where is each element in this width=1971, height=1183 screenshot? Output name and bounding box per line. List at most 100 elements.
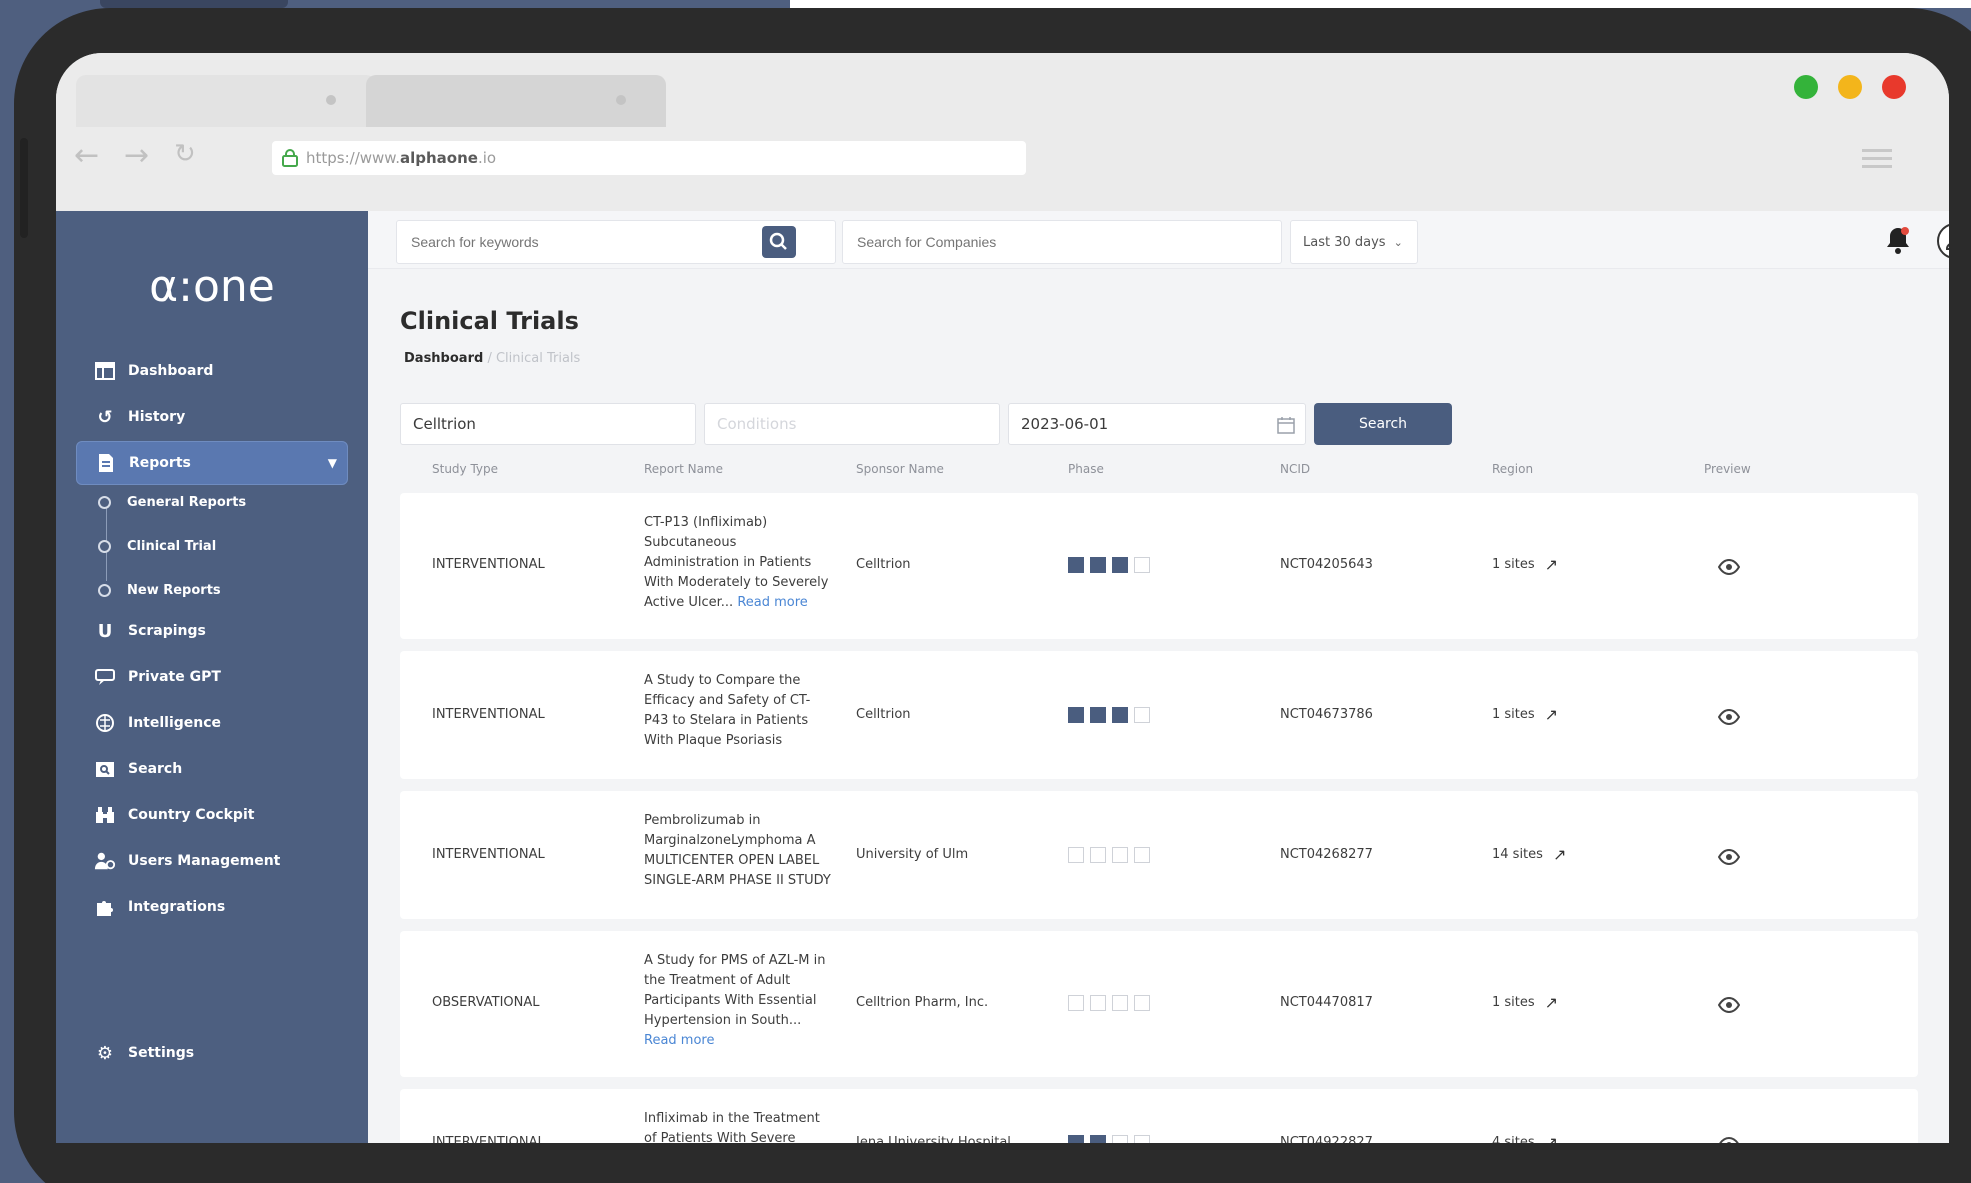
sidebar-item-country-cockpit[interactable]: Country Cockpit	[76, 793, 348, 837]
brain-icon	[94, 712, 116, 734]
column-header-phase: Phase	[1068, 462, 1104, 476]
read-more-link[interactable]: Read more	[737, 595, 807, 610]
user-avatar-icon[interactable]	[1937, 223, 1949, 259]
phase-square-empty	[1112, 1135, 1128, 1143]
breadcrumb: Dashboard / Clinical Trials	[404, 351, 581, 366]
region-cell[interactable]: 14 sites ↗	[1492, 845, 1566, 864]
browser-tab-active[interactable]	[366, 75, 666, 127]
report-name-cell: Pembrolizumab in MarginalzoneLymphoma A …	[644, 813, 831, 888]
sidebar-item-reports[interactable]: Reports ▼	[76, 441, 348, 485]
external-link-icon[interactable]: ↗	[1545, 555, 1558, 574]
eye-icon[interactable]	[1718, 997, 1740, 1013]
region-cell[interactable]: 1 sites ↗	[1492, 555, 1558, 574]
company-filter-input[interactable]: Celltrion	[400, 403, 696, 445]
phase-square-filled	[1068, 557, 1084, 573]
table-row[interactable]: INTERVENTIONAL CT-P13 (Infliximab) Subcu…	[400, 493, 1918, 639]
minimize-button[interactable]	[1838, 75, 1862, 99]
sponsor-cell: Celltrion	[856, 707, 911, 722]
eye-icon[interactable]	[1718, 849, 1740, 865]
phase-square-filled	[1090, 1135, 1106, 1143]
sidebar-item-integrations[interactable]: Integrations	[76, 885, 348, 929]
reload-icon[interactable]: ↻	[174, 141, 196, 167]
circle-icon	[98, 583, 111, 597]
hamburger-menu-icon[interactable]	[1862, 149, 1892, 173]
read-more-link[interactable]: Read more	[644, 1031, 834, 1051]
phase-square-empty	[1134, 707, 1150, 723]
chevron-down-icon[interactable]: ▼	[328, 456, 337, 470]
back-arrow-icon[interactable]: ←	[74, 141, 99, 171]
sidebar-item-label: History	[128, 409, 186, 425]
phase-square-filled	[1068, 707, 1084, 723]
sidebar-item-users-management[interactable]: Users Management	[76, 839, 348, 883]
sidebar-item-intelligence[interactable]: Intelligence	[76, 701, 348, 745]
phase-indicator	[1068, 1135, 1156, 1143]
company-search-input[interactable]	[842, 220, 1282, 264]
sidebar-item-label: Private GPT	[128, 669, 221, 685]
eye-icon[interactable]	[1718, 709, 1740, 725]
date-range-select[interactable]: Last 30 days ⌄	[1290, 220, 1418, 264]
date-filter-input[interactable]: 2023-06-01	[1008, 403, 1306, 445]
phase-indicator	[1068, 995, 1156, 1011]
conditions-filter-input[interactable]: Conditions	[704, 403, 1000, 445]
filter-search-button[interactable]: Search	[1314, 403, 1452, 445]
table-row[interactable]: INTERVENTIONAL Pembrolizumab in Marginal…	[400, 791, 1918, 919]
phase-square-empty	[1090, 995, 1106, 1011]
region-cell[interactable]: 4 sites ↗	[1492, 1133, 1558, 1143]
bell-icon[interactable]	[1884, 225, 1912, 255]
table-row[interactable]: INTERVENTIONAL Infliximab in the Treatme…	[400, 1089, 1918, 1143]
keyword-search-button[interactable]	[762, 226, 796, 258]
circle-icon	[98, 539, 111, 553]
sidebar-item-history[interactable]: ↺ History	[76, 395, 348, 439]
column-header-study-type: Study Type	[432, 462, 499, 476]
calendar-icon[interactable]	[1277, 416, 1295, 434]
table-row[interactable]: OBSERVATIONAL A Study for PMS of AZL-M i…	[400, 931, 1918, 1077]
table-row[interactable]: INTERVENTIONAL A Study to Compare the Ef…	[400, 651, 1918, 779]
chevron-down-icon: ⌄	[1393, 235, 1403, 249]
tab-close-icon[interactable]	[326, 95, 336, 105]
background-window	[790, 0, 1971, 8]
column-header-ncid: NCID	[1280, 462, 1311, 476]
forward-arrow-icon[interactable]: →	[124, 141, 149, 171]
sidebar-item-label: Scrapings	[128, 623, 206, 639]
phase-square-filled	[1112, 557, 1128, 573]
phase-square-empty	[1112, 995, 1128, 1011]
phase-square-empty	[1112, 847, 1128, 863]
sidebar-item-label: Country Cockpit	[128, 807, 255, 823]
eye-icon[interactable]	[1718, 559, 1740, 575]
external-link-icon[interactable]: ↗	[1545, 1133, 1558, 1143]
top-bar: Last 30 days ⌄	[368, 211, 1949, 269]
region-cell[interactable]: 1 sites ↗	[1492, 993, 1558, 1012]
external-link-icon[interactable]: ↗	[1545, 705, 1558, 724]
region-cell[interactable]: 1 sites ↗	[1492, 705, 1558, 724]
phase-square-empty	[1134, 995, 1150, 1011]
breadcrumb-home-link[interactable]: Dashboard	[404, 351, 483, 366]
phase-square-filled	[1090, 557, 1106, 573]
sidebar-item-search[interactable]: Search	[76, 747, 348, 791]
external-link-icon[interactable]: ↗	[1553, 845, 1566, 864]
sidebar-subitem-general-reports[interactable]: General Reports	[98, 487, 246, 517]
dashboard-icon	[94, 360, 116, 382]
sidebar-item-private-gpt[interactable]: Private GPT	[76, 655, 348, 699]
sidebar-item-label: Settings	[128, 1045, 195, 1061]
device-button	[20, 138, 28, 238]
address-bar[interactable]: https://www.alphaone.io	[272, 141, 1026, 175]
study-type-cell: INTERVENTIONAL	[432, 847, 545, 862]
sidebar-subitem-clinical-trial[interactable]: Clinical Trial	[98, 531, 216, 561]
sidebar-item-settings[interactable]: ⚙ Settings	[76, 1031, 348, 1075]
browser-tab[interactable]	[76, 75, 376, 127]
tab-close-icon[interactable]	[616, 95, 626, 105]
column-header-report-name: Report Name	[644, 462, 723, 476]
sidebar-item-scrapings[interactable]: U Scrapings	[76, 609, 348, 653]
study-type-cell: INTERVENTIONAL	[432, 557, 545, 572]
phase-square-empty	[1090, 847, 1106, 863]
background-tab	[100, 0, 200, 8]
sidebar-subitem-new-reports[interactable]: New Reports	[98, 575, 221, 605]
sidebar-item-dashboard[interactable]: Dashboard	[76, 349, 348, 393]
binoculars-icon	[94, 804, 116, 826]
sidebar-item-label: Users Management	[128, 853, 281, 869]
external-link-icon[interactable]: ↗	[1545, 993, 1558, 1012]
eye-icon[interactable]	[1718, 1137, 1740, 1143]
close-button[interactable]	[1882, 75, 1906, 99]
maximize-button[interactable]	[1794, 75, 1818, 99]
sponsor-cell: Celltrion	[856, 557, 911, 572]
